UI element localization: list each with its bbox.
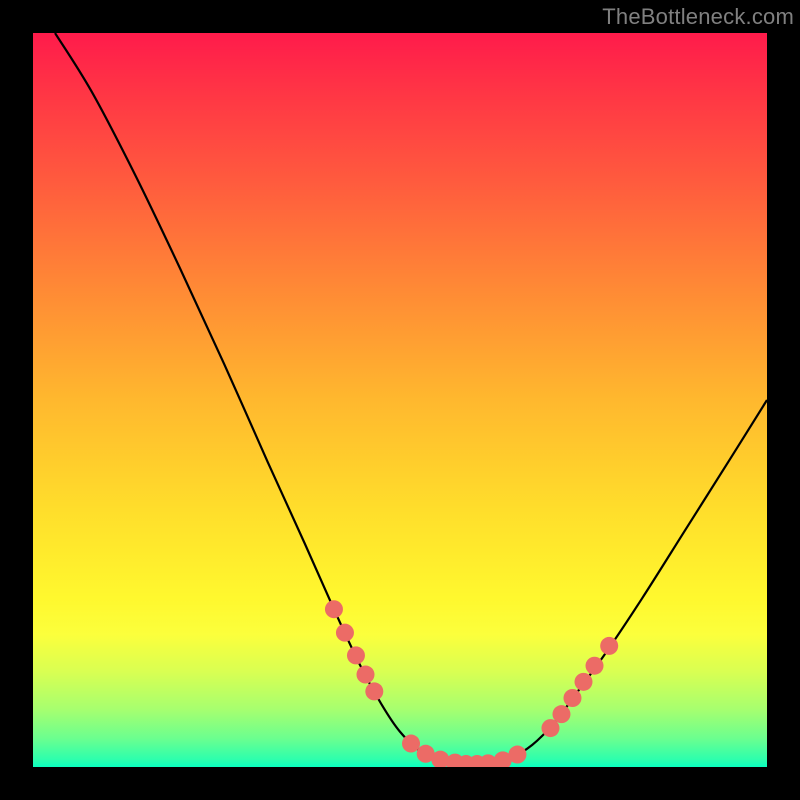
highlight-dot xyxy=(508,746,526,764)
highlight-dot xyxy=(586,657,604,675)
bottleneck-curve xyxy=(55,33,767,764)
highlight-dot xyxy=(336,624,354,642)
highlight-dot xyxy=(365,682,383,700)
highlight-dot xyxy=(600,637,618,655)
highlight-dot xyxy=(563,689,581,707)
chart-svg xyxy=(33,33,767,767)
highlight-dot xyxy=(357,666,375,684)
outer-frame: TheBottleneck.com xyxy=(0,0,800,800)
watermark-text: TheBottleneck.com xyxy=(602,4,794,30)
highlight-dot xyxy=(402,735,420,753)
highlight-dot xyxy=(325,600,343,618)
highlight-dot xyxy=(575,673,593,691)
highlight-dot xyxy=(552,705,570,723)
highlight-dot xyxy=(347,646,365,664)
plot-area xyxy=(33,33,767,767)
